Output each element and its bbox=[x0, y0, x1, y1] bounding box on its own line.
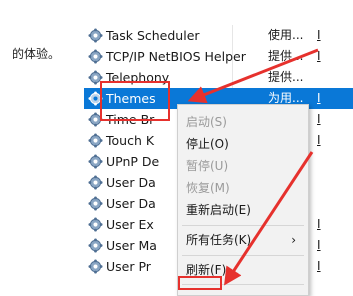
annotation-arrows bbox=[187, 48, 319, 286]
arrow-to-properties bbox=[224, 151, 314, 286]
arrow-to-themes bbox=[187, 48, 319, 104]
